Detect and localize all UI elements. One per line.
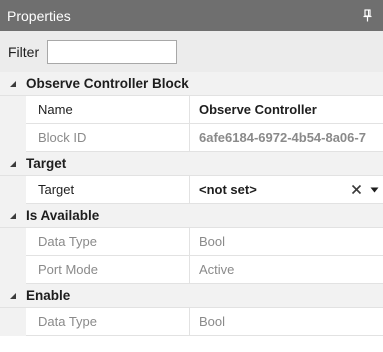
- filter-label: Filter: [8, 43, 40, 60]
- category-enable[interactable]: Enable: [0, 284, 383, 308]
- property-row-block-id[interactable]: Block ID 6afe6184-6972-4b54-8a06-7: [0, 124, 383, 152]
- category-label: Enable: [26, 288, 71, 303]
- filter-input[interactable]: [47, 39, 178, 64]
- property-row-port-mode[interactable]: Port Mode Active: [0, 256, 383, 284]
- property-row-name[interactable]: Name Observe Controller: [0, 96, 383, 124]
- panel-title: Properties: [7, 7, 71, 24]
- category-observe-controller-block[interactable]: Observe Controller Block: [0, 72, 383, 96]
- target-combo[interactable]: <not set>: [190, 176, 383, 204]
- caret-down-icon[interactable]: [370, 187, 379, 193]
- close-icon[interactable]: [351, 184, 362, 195]
- filter-bar: Filter: [0, 31, 383, 72]
- category-label: Target: [26, 156, 67, 171]
- row-gutter: [0, 256, 26, 284]
- row-gutter: [0, 96, 26, 124]
- property-value-port-mode[interactable]: Active: [190, 256, 383, 284]
- property-name: Data Type: [26, 308, 190, 336]
- category-label: Observe Controller Block: [26, 76, 189, 91]
- property-value-data-type[interactable]: Bool: [190, 308, 383, 336]
- row-gutter: [0, 124, 26, 152]
- triangle-collapse-icon[interactable]: [0, 212, 26, 220]
- property-grid: Observe Controller Block Name Observe Co…: [0, 72, 383, 336]
- property-value-target: <not set>: [199, 182, 257, 197]
- row-gutter: [0, 176, 26, 204]
- property-name: Block ID: [26, 124, 190, 152]
- category-label: Is Available: [26, 208, 100, 223]
- category-is-available[interactable]: Is Available: [0, 204, 383, 228]
- row-gutter: [0, 228, 26, 256]
- category-target[interactable]: Target: [0, 152, 383, 176]
- property-value-block-id[interactable]: 6afe6184-6972-4b54-8a06-7: [190, 124, 383, 152]
- combo-buttons: [351, 184, 379, 195]
- properties-panel: Properties Filter Observe Controller Blo…: [0, 0, 383, 352]
- row-gutter: [0, 308, 26, 336]
- property-row-data-type[interactable]: Data Type Bool: [0, 308, 383, 336]
- triangle-collapse-icon[interactable]: [0, 80, 26, 88]
- property-value-name[interactable]: Observe Controller: [190, 96, 383, 124]
- property-row-target[interactable]: Target <not set>: [0, 176, 383, 204]
- triangle-collapse-icon[interactable]: [0, 292, 26, 300]
- property-name: Target: [26, 176, 190, 204]
- property-name: Port Mode: [26, 256, 190, 284]
- property-row-data-type[interactable]: Data Type Bool: [0, 228, 383, 256]
- property-name: Name: [26, 96, 190, 124]
- property-name: Data Type: [26, 228, 190, 256]
- triangle-collapse-icon[interactable]: [0, 160, 26, 168]
- property-value-data-type[interactable]: Bool: [190, 228, 383, 256]
- pin-icon[interactable]: [361, 9, 373, 23]
- panel-titlebar: Properties: [0, 0, 383, 31]
